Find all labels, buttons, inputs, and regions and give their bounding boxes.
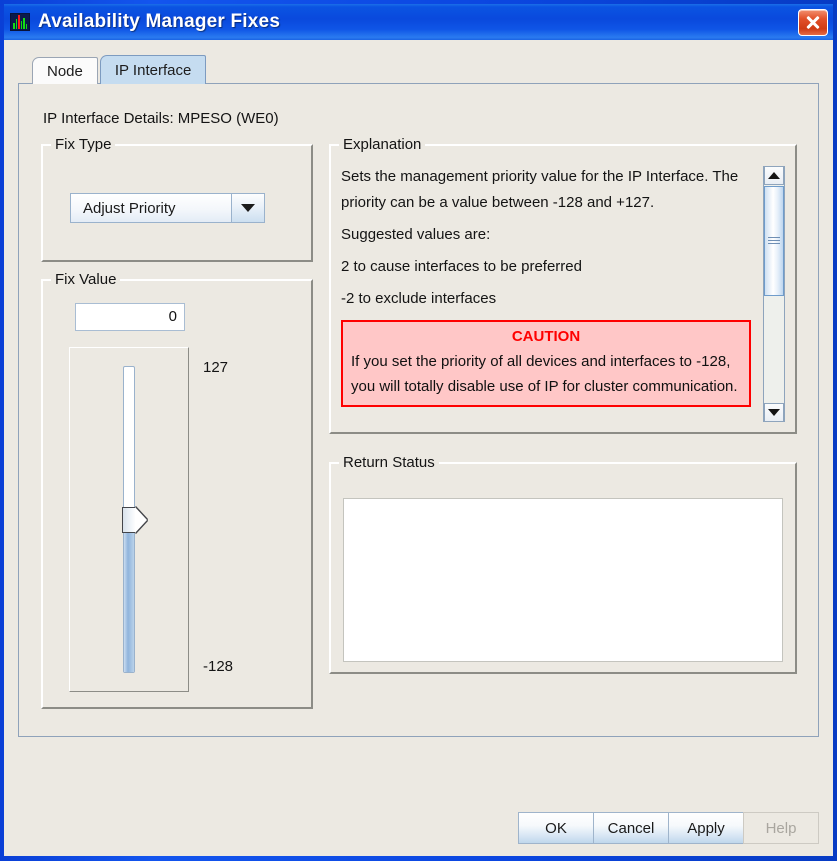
explanation-paragraph-1: Sets the management priority value for t… [341,168,739,211]
fix-type-select[interactable]: Adjust Priority [70,193,265,223]
explanation-paragraph-2: Suggested values are: [341,226,491,243]
application-window: Availability Manager Fixes Node IP Inter… [0,0,837,861]
explanation-group: Explanation Sets the management priority… [329,136,797,434]
ok-button-label: OK [545,819,567,837]
tab-ip-interface[interactable]: IP Interface [99,55,207,84]
help-button-label: Help [765,819,797,837]
apply-button[interactable]: Apply [668,812,744,844]
fix-value-group-label: Fix Value [51,271,121,288]
client-area: Node IP Interface IP Interface Details: … [4,40,833,856]
tab-node[interactable]: Node [32,57,98,84]
scroll-down-button[interactable] [764,403,784,422]
slider-thumb[interactable] [122,506,147,533]
scroll-up-button[interactable] [764,166,784,185]
chevron-down-glyph [241,204,255,212]
caution-box: CAUTION If you set the priority of all d… [341,320,751,407]
slider-thumb-arrow-icon [135,506,147,533]
fix-value-input[interactable]: 0 [75,303,185,331]
cancel-button[interactable]: Cancel [593,812,669,844]
ip-interface-details-label: IP Interface Details: MPESO (WE0) [43,110,279,127]
fix-type-group: Fix Type Adjust Priority [41,136,313,262]
tab-strip: Node IP Interface [18,54,819,84]
bar-chart-icon [10,13,30,31]
scrollbar-thumb[interactable] [764,186,784,296]
fix-value-group: Fix Value 0 127 -128 [41,271,313,709]
return-status-output[interactable] [343,498,783,662]
fix-type-selected-value: Adjust Priority [70,193,231,223]
close-icon[interactable] [798,8,828,36]
fix-type-group-label: Fix Type [51,136,116,153]
help-button: Help [743,812,819,844]
slider-max-label: 127 [203,359,229,376]
triangle-up-icon [768,172,780,179]
title-bar[interactable]: Availability Manager Fixes [4,4,833,40]
explanation-scrollbar[interactable] [763,166,785,422]
explanation-bullet-1: 2 to cause interfaces to be preferred [341,258,582,275]
slider-min-label: -128 [203,658,234,675]
dialog-button-bar: OK Cancel Apply Help [518,812,819,844]
apply-button-label: Apply [687,819,725,837]
tab-ip-interface-label: IP Interface [114,62,192,79]
slider-thumb-body [122,506,136,533]
triangle-down-icon [768,409,780,416]
window-title: Availability Manager Fixes [38,11,281,32]
ok-button[interactable]: OK [518,812,594,844]
slider-fill [124,519,134,672]
tab-node-label: Node [47,63,83,80]
explanation-text: Sets the management priority value for t… [341,164,751,424]
scrollbar-grip-icon [768,237,780,245]
explanation-bullet-2: -2 to exclude interfaces [341,290,497,307]
caution-title: CAUTION [511,328,581,345]
caution-text: If you set the priority of all devices a… [351,353,738,395]
tab-panel: IP Interface Details: MPESO (WE0) Fix Ty… [18,83,819,737]
return-status-group-label: Return Status [339,454,439,471]
fix-value-slider[interactable] [69,347,189,692]
cancel-button-label: Cancel [607,819,655,837]
return-status-group: Return Status [329,454,797,674]
explanation-group-label: Explanation [339,136,426,153]
chevron-down-icon[interactable] [231,193,265,223]
